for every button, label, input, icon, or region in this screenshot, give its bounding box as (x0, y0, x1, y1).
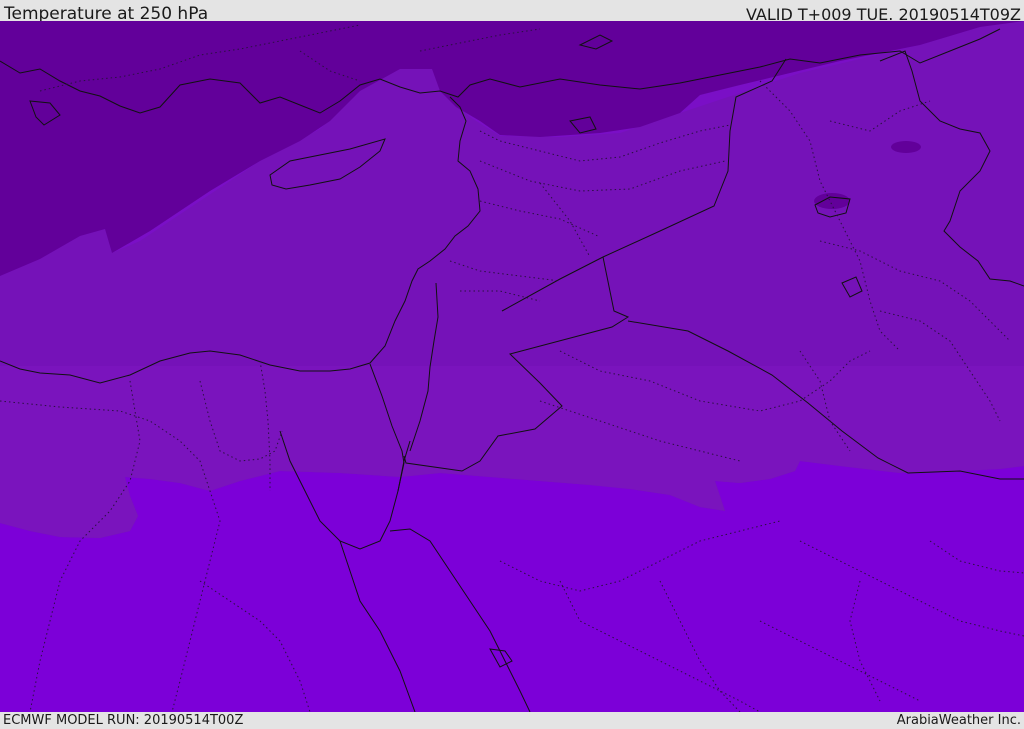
map-canvas (0, 21, 1024, 712)
weather-map-page: Temperature at 250 hPa VALID T+009 TUE. … (0, 0, 1024, 729)
cold-pocket-northeast (891, 141, 921, 153)
header-bar: Temperature at 250 hPa VALID T+009 TUE. … (0, 0, 1024, 24)
cold-pocket-east (814, 193, 850, 209)
credit-label: ArabiaWeather Inc. (896, 713, 1021, 728)
temperature-map[interactable] (0, 21, 1024, 712)
model-run-label: ECMWF MODEL RUN: 20190514T00Z (3, 713, 244, 728)
footer-bar: ECMWF MODEL RUN: 20190514T00Z ArabiaWeat… (0, 712, 1024, 729)
